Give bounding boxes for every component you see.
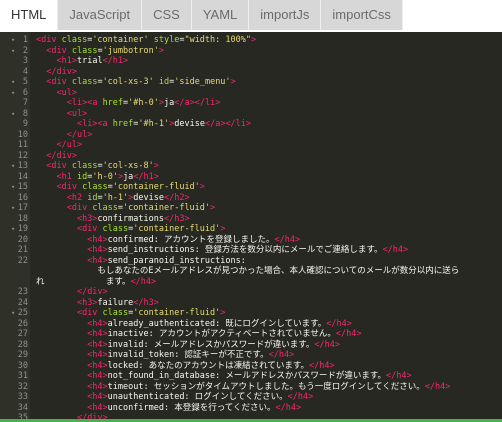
fold-arrow-icon[interactable]: ▾ (11, 109, 15, 120)
line-number: 18 (17, 213, 28, 224)
code-text: </div> (76, 287, 108, 297)
code-text: <ul> (66, 108, 88, 119)
tab-html[interactable]: HTML (0, 0, 59, 30)
fold-arrow-icon[interactable]: ▾ (11, 182, 15, 193)
code-text: <div class='col-xs-3' id='side_menu'> (46, 77, 236, 87)
code-text: <div class='container-fluid'> (56, 182, 205, 192)
code-text: <h2 id='h-1'>devise</h2> (66, 192, 190, 203)
code-text: <h3>failure</h3> (76, 297, 159, 308)
line-number: 20 (17, 234, 28, 245)
code-text: <h3>confirmations</h3> (76, 213, 190, 224)
code-text: <h4>send_instructions: 登録方法を数分以内にメールでご連絡… (87, 245, 409, 255)
line-number: 11 (17, 140, 28, 150)
code-text: れ ます。</h4> (36, 276, 157, 287)
line-number: 34 (17, 402, 28, 413)
line-number: 28 (17, 339, 28, 350)
line-number: 10 (17, 129, 28, 140)
code-editor[interactable]: 1 ▾ <div class='container' style="width: 1… (0, 32, 502, 422)
tab-yaml[interactable]: YAML (191, 0, 250, 30)
fold-arrow-icon[interactable]: ▾ (11, 203, 15, 214)
code-text: <li><a href='#h-0'>ja</a></li> (66, 98, 221, 108)
line-number: 33 (17, 392, 28, 402)
code-text: <h4>confirmed: アカウントを登録しました。</h4> (87, 234, 301, 245)
code-text: <h4>send_paranoid_instructions: (87, 255, 246, 266)
code-text: <ul> (56, 87, 77, 98)
code-text: </div> (46, 66, 77, 77)
line-number: 26 (17, 318, 28, 329)
fold-arrow-icon[interactable]: ▾ (11, 46, 15, 57)
code-text: </div> (46, 150, 77, 161)
code-text: <div class='container-fluid'> (76, 224, 226, 234)
line-number: 3 (22, 56, 28, 66)
line-number: 14 (17, 171, 28, 182)
line-number: 32 (17, 381, 28, 392)
fold-arrow-icon[interactable]: ▾ (11, 88, 15, 99)
code-text: <div class='jumbotron'> (46, 45, 164, 56)
code-text: <h4>not_found_in_database: メールアドレスかパスワード… (87, 371, 412, 381)
line-number: 27 (17, 329, 28, 339)
tab-bar: HTML JavaScript CSS YAML importJs import… (0, 0, 502, 32)
fold-arrow-icon[interactable]: ▾ (11, 308, 15, 319)
code-text: <div class='container-fluid'> (66, 203, 216, 213)
code-text: <h4>unauthenticated: ログインしてください。</h4> (87, 392, 314, 402)
code-text: <h4>timeout: セッションがタイムアウトしました。もう一度ログインして… (87, 381, 451, 392)
fold-arrow-icon[interactable]: ▾ (11, 161, 15, 172)
code-text: <div class='container' style="width: 100… (36, 35, 257, 45)
code-text: もしあなたのEメールアドレスが見つかった場合、本人確認についてのメールが数分以内… (36, 266, 460, 276)
code-text: </ul> (66, 129, 93, 140)
fold-arrow-icon[interactable]: ▾ (11, 224, 15, 235)
code-text: <li><a href='#h-1'>devise</a></li> (76, 119, 252, 129)
code-text: <div class='container-fluid'> (76, 308, 226, 318)
line-number: 16 (17, 192, 28, 203)
tab-css[interactable]: CSS (142, 0, 192, 30)
tab-importcss[interactable]: importCss (321, 0, 403, 30)
line-number: 31 (17, 371, 28, 381)
line-number: 22 (17, 255, 28, 266)
line-number: 24 (17, 297, 28, 308)
code-text: <h4>unconfirmed: 本登録を行ってください。</h4> (87, 402, 302, 413)
code-text: <h4>invalid: メールアドレスかパスワードが違います。</h4> (87, 339, 340, 350)
line-number: 9 (22, 119, 28, 129)
code-text: <div class='col-xs-8'> (46, 161, 159, 171)
tab-importjs[interactable]: importJs (249, 0, 322, 30)
line-number: 7 (22, 98, 28, 108)
fold-arrow-icon[interactable]: ▾ (11, 77, 15, 88)
line-number: 29 (17, 350, 28, 360)
line-number: 30 (17, 360, 28, 371)
code-text: <h4>inactive: アカウントがアクティベートされていません。</h4> (87, 329, 362, 339)
code-text: <h4>locked: あなたのアカウントは凍結されています。</h4> (87, 360, 335, 371)
line-number: 23 (17, 287, 28, 297)
code-text: <h4>invalid_token: 認証キーが不正です。</h4> (87, 350, 295, 360)
line-number: 21 (17, 245, 28, 255)
fold-arrow-icon[interactable]: ▾ (11, 35, 15, 46)
line-number: 12 (17, 150, 28, 161)
code-text: <h4>already_authenticated: 既にログインしています。<… (87, 318, 352, 329)
line-number: 4 (22, 66, 28, 77)
tab-javascript[interactable]: JavaScript (58, 0, 143, 30)
code-text: <h1>trial</h1> (56, 56, 129, 66)
code-text: <h1 id='h-0'>ja</h1> (56, 171, 159, 182)
code-text: </ul> (56, 140, 83, 150)
